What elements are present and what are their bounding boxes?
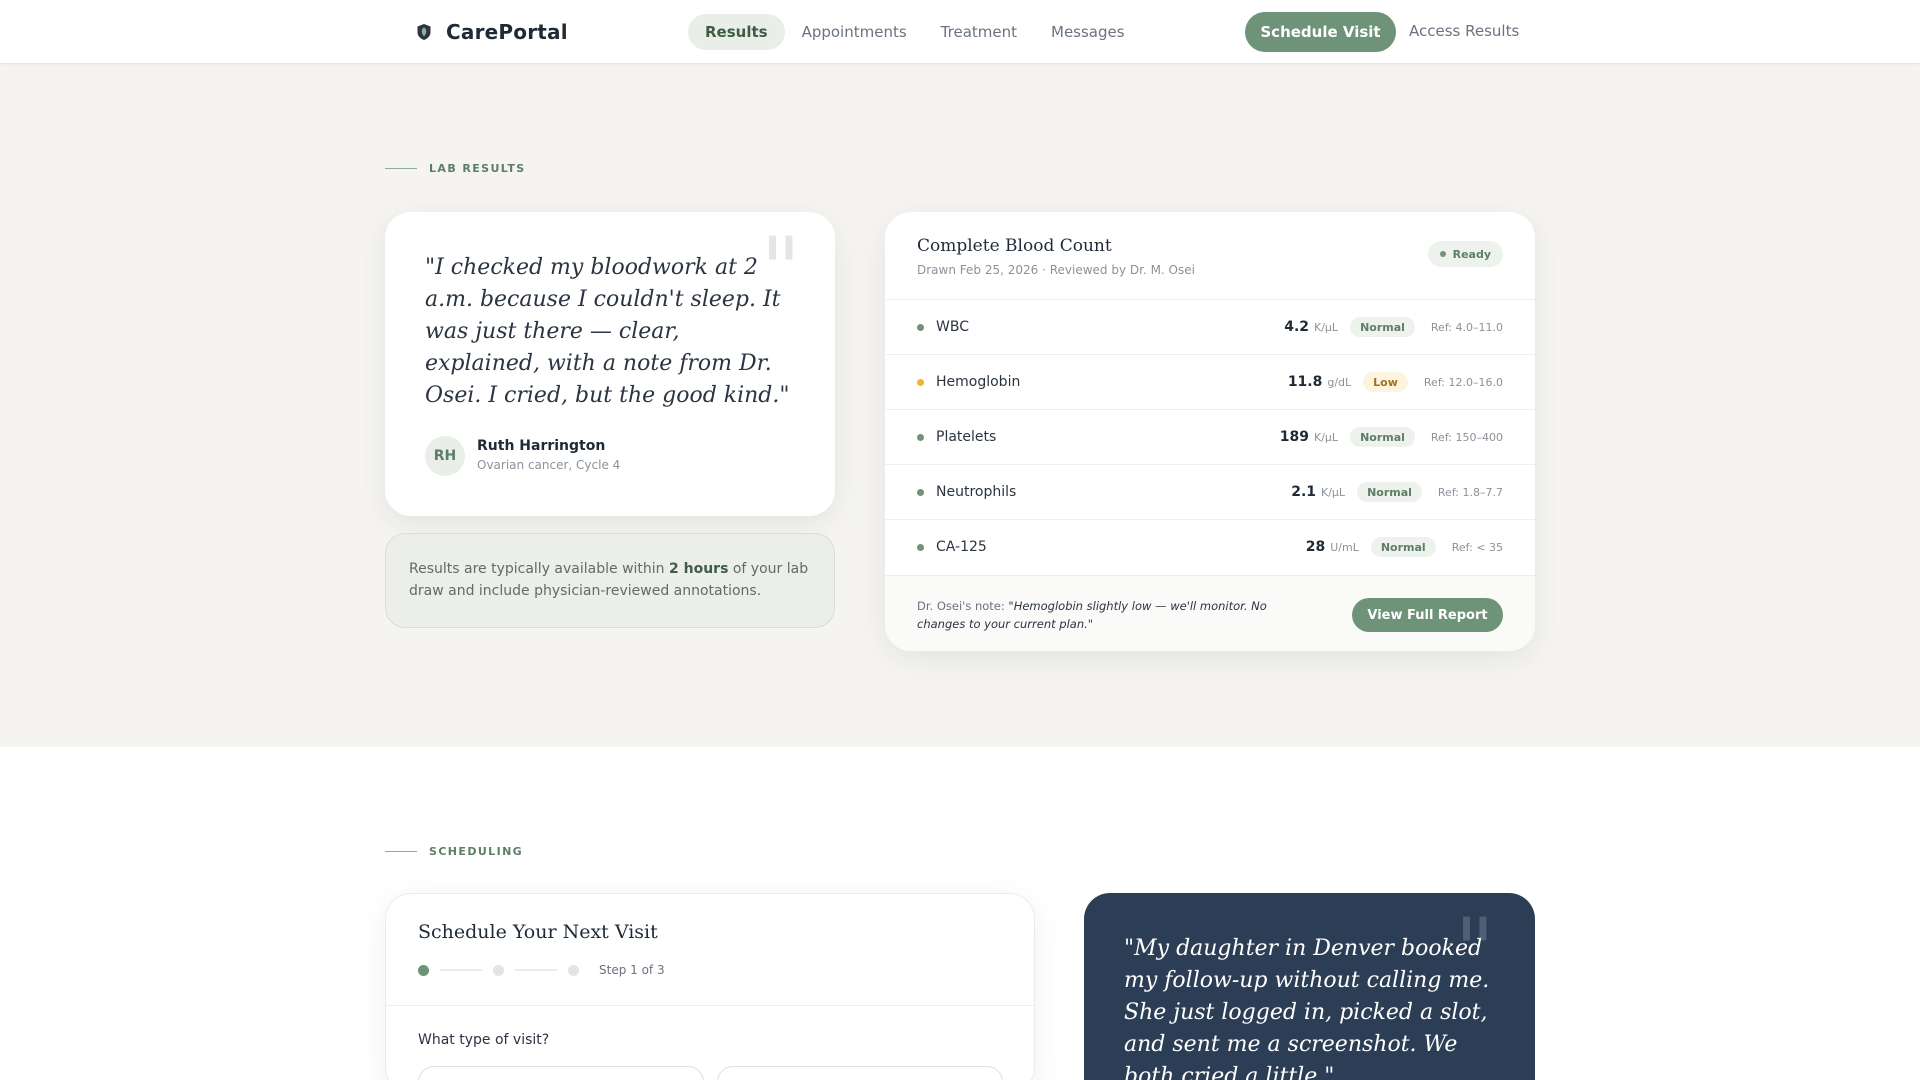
eyebrow-label: SCHEDULING — [429, 845, 524, 858]
lab-unit: g/dL — [1327, 375, 1352, 389]
testimonial-quote: "My daughter in Denver booked my follow-… — [1124, 936, 1490, 1080]
author-name: Ruth Harrington — [477, 438, 606, 454]
lab-unit: K/µL — [1321, 485, 1346, 499]
flag-badge: Normal — [1357, 482, 1422, 502]
step-indicator: Step 1 of 3 — [418, 963, 665, 977]
lab-unit: K/µL — [1314, 320, 1339, 334]
step-dot-icon — [418, 964, 429, 976]
info-highlight: 2 hours — [669, 561, 729, 577]
main-nav: Results Appointments Treatment Messages — [688, 13, 1142, 51]
status-label: Ready — [1452, 247, 1491, 261]
status-dot-icon — [1439, 251, 1446, 257]
lab-results-list: WBC 4.2 K/µL Normal Ref: 4.0–11.0 Hemogl… — [885, 300, 1535, 575]
step-dot-icon — [568, 964, 579, 976]
table-row[interactable]: Platelets 189 K/µL Normal Ref: 150–400 — [885, 410, 1535, 465]
status-dot-icon — [917, 434, 924, 441]
lab-unit: K/µL — [1314, 430, 1339, 444]
step-connector — [515, 969, 557, 971]
lab-values: 2.1 K/µL Normal Ref: 1.8–7.7 — [1291, 465, 1503, 519]
reference-range: Ref: 12.0–16.0 — [1423, 375, 1503, 389]
brand-name: CarePortal — [446, 20, 568, 44]
visit-type-option[interactable] — [717, 1066, 1003, 1080]
family-testimonial-card: " "My daughter in Denver booked my follo… — [1084, 893, 1535, 1080]
avatar: RH — [425, 436, 465, 476]
lab-value: 11.8 — [1287, 374, 1323, 390]
physician-note: Dr. Osei's note: "Hemoglobin slightly lo… — [917, 597, 1317, 633]
table-row[interactable]: Hemoglobin 11.8 g/dL Low Ref: 12.0–16.0 — [885, 355, 1535, 410]
report-title: Complete Blood Count — [917, 236, 1112, 256]
testimonial-card: " "I checked my bloodwork at 2 a.m. beca… — [385, 212, 835, 516]
eyebrow-line — [385, 168, 417, 169]
visit-type-option[interactable] — [418, 1066, 704, 1080]
availability-info-card: Results are typically available within 2… — [385, 533, 835, 628]
brand-logo[interactable]: CarePortal — [416, 19, 568, 45]
status-dot-icon — [917, 544, 924, 551]
nav-link-results[interactable]: Results — [688, 14, 785, 50]
lab-report-card: Complete Blood Count Drawn Feb 25, 2026 … — [885, 212, 1535, 651]
status-dot-icon — [917, 489, 924, 496]
lab-values: 11.8 g/dL Low Ref: 12.0–16.0 — [1288, 355, 1503, 409]
table-row[interactable]: Neutrophils 2.1 K/µL Normal Ref: 1.8–7.7 — [885, 465, 1535, 520]
lab-name: Hemoglobin — [936, 374, 1021, 390]
note-label: Dr. Osei's note: — [917, 599, 1009, 613]
lab-name: WBC — [936, 319, 969, 335]
lab-value: 28 — [1305, 539, 1326, 555]
step-label: Step 1 of 3 — [599, 963, 665, 977]
lab-value: 189 — [1279, 429, 1310, 445]
status-badge: Ready — [1427, 241, 1503, 267]
status-dot-icon — [917, 324, 924, 331]
step-connector — [440, 969, 482, 971]
nav-link-messages[interactable]: Messages — [1034, 14, 1142, 50]
testimonial-quote: "I checked my bloodwork at 2 a.m. becaus… — [425, 255, 790, 408]
reference-range: Ref: 1.8–7.7 — [1437, 485, 1503, 499]
access-results-link[interactable]: Access Results — [1409, 22, 1519, 40]
nav-link-treatment[interactable]: Treatment — [924, 14, 1034, 50]
report-footer: Dr. Osei's note: "Hemoglobin slightly lo… — [885, 575, 1535, 651]
table-row[interactable]: WBC 4.2 K/µL Normal Ref: 4.0–11.0 — [885, 300, 1535, 355]
lab-values: 28 U/mL Normal Ref: < 35 — [1306, 520, 1503, 574]
flag-badge: Low — [1363, 372, 1408, 392]
lab-results-eyebrow: LAB RESULTS — [385, 162, 526, 175]
table-row[interactable]: CA-125 28 U/mL Normal Ref: < 35 — [885, 520, 1535, 575]
divider — [386, 1005, 1036, 1006]
flag-badge: Normal — [1350, 427, 1415, 447]
lab-name: Neutrophils — [936, 484, 1017, 500]
step-dot-icon — [493, 964, 504, 976]
flag-badge: Normal — [1350, 317, 1415, 337]
schedule-card-title: Schedule Your Next Visit — [418, 921, 658, 943]
info-prefix: Results are typically available within — [409, 561, 669, 577]
report-subtitle: Drawn Feb 25, 2026 · Reviewed by Dr. M. … — [917, 263, 1195, 277]
reference-range: Ref: < 35 — [1451, 540, 1503, 554]
scheduling-eyebrow: SCHEDULING — [385, 845, 523, 858]
lab-value: 2.1 — [1291, 484, 1317, 500]
status-dot-icon — [917, 379, 924, 386]
lab-name: CA-125 — [936, 539, 987, 555]
visit-type-question: What type of visit? — [418, 1032, 550, 1048]
view-full-report-button[interactable]: View Full Report — [1352, 598, 1503, 632]
schedule-visit-button[interactable]: Schedule Visit — [1245, 12, 1396, 52]
eyebrow-line — [385, 851, 417, 852]
nav-link-appointments[interactable]: Appointments — [785, 14, 924, 50]
lab-values: 189 K/µL Normal Ref: 150–400 — [1280, 410, 1503, 464]
schedule-visit-card: Schedule Your Next Visit Step 1 of 3 Wha… — [385, 893, 1036, 1080]
shield-leaf-icon — [417, 24, 431, 40]
top-navigation: CarePortal Results Appointments Treatmen… — [0, 0, 1920, 64]
eyebrow-label: LAB RESULTS — [429, 162, 526, 175]
reference-range: Ref: 4.0–11.0 — [1430, 320, 1503, 334]
author-subtitle: Ovarian cancer, Cycle 4 — [477, 458, 621, 472]
reference-range: Ref: 150–400 — [1430, 430, 1503, 444]
availability-info-text: Results are typically available within 2… — [409, 558, 809, 602]
lab-name: Platelets — [936, 429, 997, 445]
flag-badge: Normal — [1370, 537, 1436, 557]
lab-value: 4.2 — [1284, 319, 1310, 335]
lab-values: 4.2 K/µL Normal Ref: 4.0–11.0 — [1284, 300, 1503, 354]
lab-unit: U/mL — [1330, 540, 1359, 554]
